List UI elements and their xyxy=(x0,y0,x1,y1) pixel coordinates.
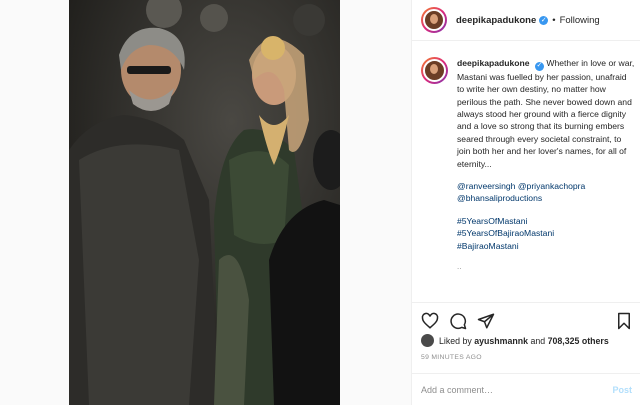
post-photo xyxy=(69,0,340,405)
likes-summary: Liked by ayushmannk and 708,325 others xyxy=(421,334,609,347)
post-side-panel: deepikapadukone ✓ • Following deepikapad… xyxy=(411,0,640,405)
bookmark-icon[interactable] xyxy=(615,312,633,330)
comment-form: Post xyxy=(412,373,640,405)
caption-avatar[interactable] xyxy=(421,57,448,84)
caption-tags: @ranveersingh @priyankachopra @bhansalip… xyxy=(457,180,635,252)
avatar[interactable] xyxy=(421,7,447,33)
hashtag-link[interactable]: #5YearsOfBajiraoMastani xyxy=(457,227,635,239)
comment-icon[interactable] xyxy=(449,312,467,330)
following-button[interactable]: Following xyxy=(560,15,600,26)
post-image[interactable] xyxy=(69,0,340,405)
likes-count[interactable]: 708,325 others xyxy=(548,336,609,346)
post-comment-button[interactable]: Post xyxy=(612,385,632,395)
caption-username[interactable]: deepikapadukone xyxy=(457,58,530,68)
caption-area: deepikapadukone ✓ Whether in love or war… xyxy=(421,57,635,297)
share-icon[interactable] xyxy=(477,312,495,330)
mention-link[interactable]: @ranveersingh xyxy=(457,181,515,191)
caption-text: Whether in love or war, Mastani was fuel… xyxy=(457,58,635,169)
caption-row: deepikapadukone ✓ Whether in love or war… xyxy=(421,57,635,170)
hashtag-link[interactable]: #5YearsOfMastani xyxy=(457,215,635,227)
heart-icon[interactable] xyxy=(421,312,439,330)
liker-avatar[interactable] xyxy=(421,334,434,347)
post-timestamp[interactable]: 59 MINUTES AGO xyxy=(421,354,482,361)
separator-dot: • xyxy=(552,14,556,26)
likes-conjunction: and xyxy=(530,335,546,346)
verified-check-icon: ✓ xyxy=(534,61,544,71)
verified-check-icon: ✓ xyxy=(539,15,549,25)
mention-link[interactable]: @priyankachopra xyxy=(518,181,585,191)
hashtag-link[interactable]: #BajiraoMastani xyxy=(457,240,635,252)
comment-input[interactable] xyxy=(421,384,613,395)
username-link[interactable]: deepikapadukone xyxy=(456,15,536,26)
liked-by-user[interactable]: ayushmannk xyxy=(474,336,528,346)
caption-text-block: deepikapadukone ✓ Whether in love or war… xyxy=(457,57,635,170)
more-dots: .. xyxy=(457,261,462,271)
action-bar xyxy=(412,302,640,332)
likes-prefix: Liked by xyxy=(439,335,472,346)
post-header: deepikapadukone ✓ • Following xyxy=(412,0,640,41)
mention-link[interactable]: @bhansaliproductions xyxy=(457,192,635,204)
